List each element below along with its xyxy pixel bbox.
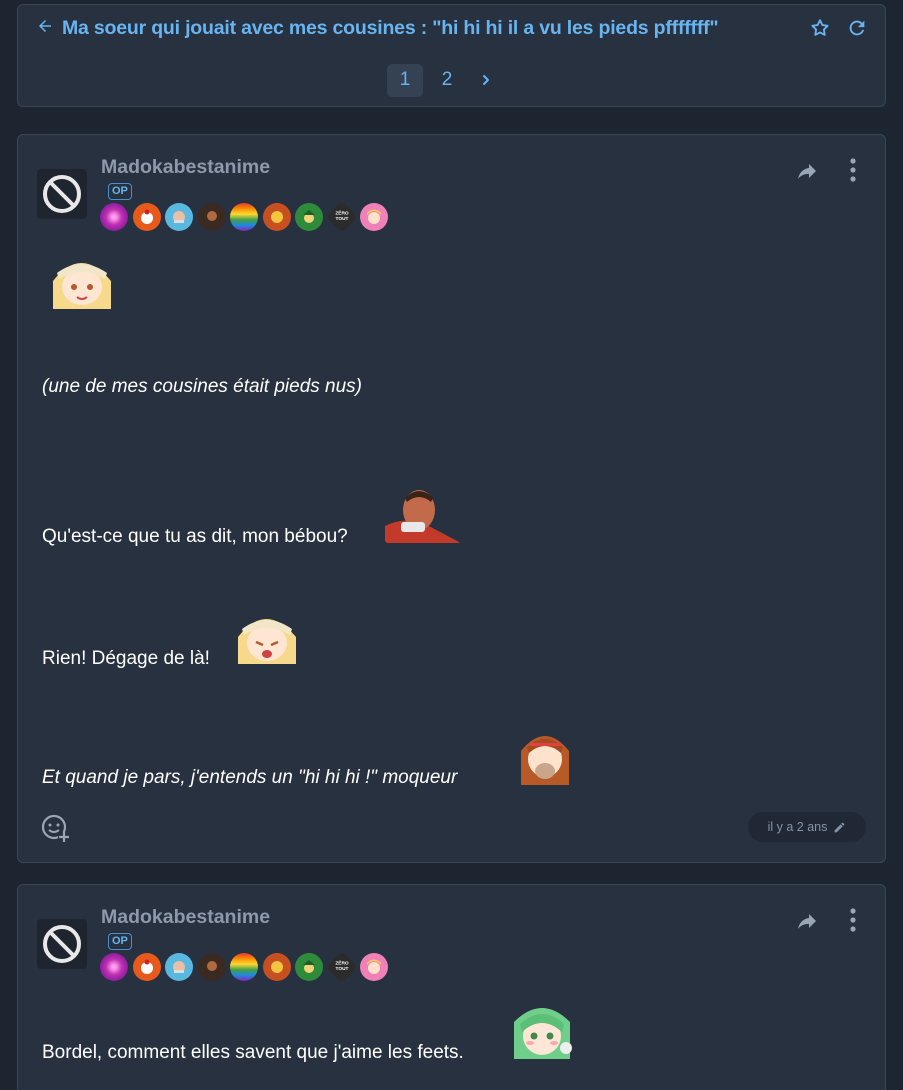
avatar[interactable] xyxy=(37,169,87,219)
pagination: 1 2 xyxy=(387,63,501,97)
badge-dark-figure-icon[interactable] xyxy=(197,203,226,231)
next-page-button[interactable] xyxy=(471,64,501,97)
post-text-line: Rien! Dégage de là! xyxy=(42,648,210,669)
chevron-right-icon xyxy=(483,75,489,85)
post-text-line: Bordel, comment elles savent que j'aime … xyxy=(42,1042,464,1063)
banned-circle-icon xyxy=(43,925,81,963)
post-text-line: (une de mes cousines était pieds nus) xyxy=(42,376,363,397)
arrow-left-icon[interactable] xyxy=(36,17,54,35)
badge-spiral-icon[interactable] xyxy=(100,953,128,981)
badge-face-icon[interactable] xyxy=(262,203,291,231)
username[interactable]: Madokabestanime xyxy=(101,156,270,179)
avatar[interactable] xyxy=(37,919,87,969)
giggling-girl-sticker-image xyxy=(515,727,575,785)
green-hair-girl-sticker-image xyxy=(510,1002,575,1059)
pencil-icon xyxy=(835,822,845,832)
page-1-button[interactable]: 1 xyxy=(387,63,423,97)
badge-face-icon[interactable] xyxy=(262,953,291,981)
post-timestamp[interactable]: il y a 2 ans xyxy=(748,812,866,842)
badge-rainbow-icon[interactable] xyxy=(230,953,258,981)
add-reaction-icon[interactable] xyxy=(41,813,71,843)
badge-elf-icon[interactable] xyxy=(295,953,323,981)
badge-dark-figure-icon[interactable] xyxy=(197,953,226,981)
post-text-line: Et quand je pars, j'entends un "hi hi hi… xyxy=(42,767,458,788)
badge-zero-tout-icon[interactable]: ZÉRO TOUT xyxy=(325,951,358,983)
banned-circle-icon xyxy=(43,175,81,213)
anime-sticker-image xyxy=(230,607,303,664)
badge-zero-tout-icon[interactable]: ZÉRO TOUT xyxy=(325,201,358,233)
vertical-dots-icon[interactable] xyxy=(848,907,858,933)
anime-sticker-image xyxy=(45,251,118,309)
op-badge: OP xyxy=(108,183,132,200)
user-badges: ZÉRO TOUT xyxy=(100,201,388,233)
post-text-line: Qu'est-ce que tu as dit, mon bébou? xyxy=(42,526,348,547)
badge-anime-girl-icon[interactable] xyxy=(360,953,388,981)
op-badge: OP xyxy=(108,933,132,950)
topic-title[interactable]: Ma soeur qui jouait avec mes cousines : … xyxy=(62,17,719,40)
badge-elf-icon[interactable] xyxy=(295,203,323,231)
page-2-button[interactable]: 2 xyxy=(429,64,465,97)
topic-header: Ma soeur qui jouait avec mes cousines : … xyxy=(17,4,886,107)
badge-old-man-icon[interactable] xyxy=(165,203,193,231)
star-outline-icon[interactable] xyxy=(809,17,831,39)
post: Madokabestanime OP ZÉRO TOUT (une de mes… xyxy=(17,134,886,863)
badge-spiral-icon[interactable] xyxy=(100,203,128,231)
badge-rainbow-icon[interactable] xyxy=(230,203,258,231)
badge-anime-girl-icon[interactable] xyxy=(360,203,388,231)
post: Madokabestanime OP ZÉRO TOUT Bordel, com… xyxy=(17,884,886,1090)
timestamp-label: il y a 2 ans xyxy=(767,820,828,834)
refresh-icon[interactable] xyxy=(846,17,868,39)
vertical-dots-icon[interactable] xyxy=(848,157,858,183)
laughing-man-sticker-image xyxy=(385,486,461,543)
share-arrow-icon[interactable] xyxy=(794,909,820,933)
user-badges: ZÉRO TOUT xyxy=(100,951,388,983)
username[interactable]: Madokabestanime xyxy=(101,906,270,929)
share-arrow-icon[interactable] xyxy=(794,159,820,183)
badge-old-man-icon[interactable] xyxy=(165,953,193,981)
badge-chicken-icon[interactable] xyxy=(132,953,161,981)
badge-chicken-icon[interactable] xyxy=(132,203,161,231)
